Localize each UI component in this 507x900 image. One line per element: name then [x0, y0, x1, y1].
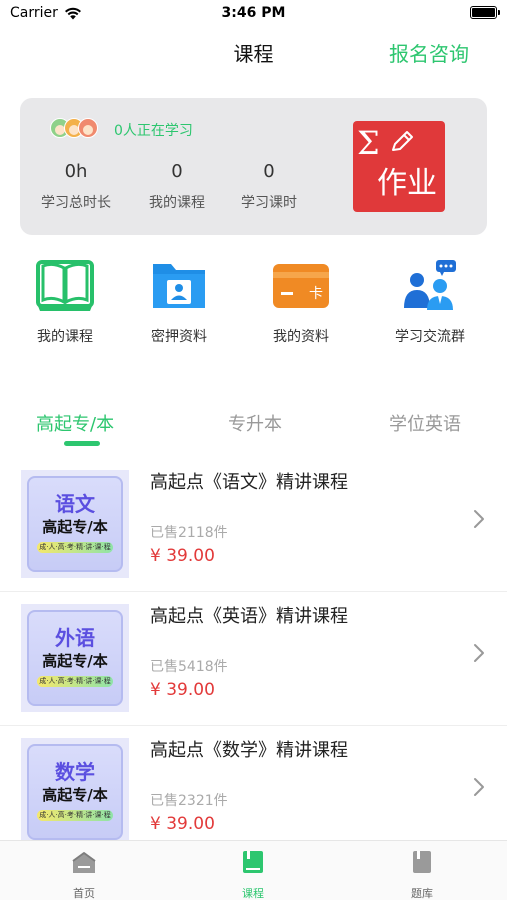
tabbar-label: 课程 — [242, 887, 264, 900]
avatar — [78, 118, 98, 138]
cover-strip: 成·人·高·考·精·讲·课·程 — [37, 676, 113, 687]
stat-label: 学习课时 — [241, 195, 297, 211]
stat-total-time: 0h 学习总时长 — [26, 160, 126, 212]
quick-menu-study-group[interactable]: 学习交流群 — [375, 258, 485, 346]
folder-user-icon — [149, 258, 209, 314]
list-item[interactable]: 外语 高起专/本 成·人·高·考·精·讲·课·程 高起点《英语》精讲课程 已售5… — [0, 592, 507, 726]
learner-avatars — [50, 118, 98, 138]
chevron-right-icon — [474, 644, 484, 662]
quick-menu-secret-materials[interactable]: 密押资料 — [124, 258, 234, 346]
course-sold-count: 已售2118件 — [150, 525, 228, 541]
study-stats-card: 0人正在学习 0h 学习总时长 0 我的课程 0 学习课时 Σ 作业 — [20, 98, 487, 235]
status-bar: Carrier 3:46 PM — [0, 0, 507, 28]
course-title: 高起点《语文》精讲课程 — [150, 472, 348, 493]
battery-icon — [470, 6, 500, 19]
course-title: 高起点《数学》精讲课程 — [150, 740, 348, 761]
tabbar-label: 题库 — [411, 887, 433, 900]
book-icon — [35, 258, 95, 314]
stat-value: 0 — [171, 161, 183, 182]
homework-button[interactable]: Σ 作业 — [353, 121, 445, 212]
bottom-tab-bar: 首页 课程 题库 — [0, 840, 507, 900]
group-chat-icon — [400, 258, 460, 314]
stat-value: 0 — [263, 161, 275, 182]
homework-label: 作业 — [377, 166, 437, 201]
chevron-right-icon — [474, 778, 484, 796]
cover-subject: 语文 — [55, 492, 95, 516]
tab-degree-english[interactable]: 学位英语 — [389, 410, 461, 436]
enroll-consult-button[interactable]: 报名咨询 — [389, 38, 469, 67]
quick-menu-my-courses[interactable]: 我的课程 — [10, 258, 120, 346]
cover-level: 高起专/本 — [42, 652, 108, 670]
course-sold-count: 已售2321件 — [150, 793, 228, 809]
quick-menu-label: 我的课程 — [37, 329, 93, 345]
course-price: ¥ 39.00 — [150, 680, 215, 700]
course-sold-count: 已售5418件 — [150, 659, 228, 675]
cover-subject: 数学 — [55, 760, 95, 784]
pencil-icon — [392, 131, 413, 151]
tabbar-home[interactable]: 首页 — [44, 849, 124, 900]
course-cover: 数学 高起专/本 成·人·高·考·精·讲·课·程 — [21, 738, 129, 846]
chevron-right-icon — [474, 510, 484, 528]
svg-text:卡: 卡 — [309, 286, 323, 302]
stat-my-courses: 0 我的课程 — [127, 160, 227, 212]
cover-level: 高起专/本 — [42, 786, 108, 804]
quick-menu-label: 学习交流群 — [395, 329, 465, 345]
cover-level: 高起专/本 — [42, 518, 108, 536]
tabbar-course[interactable]: 课程 — [213, 849, 293, 900]
quick-menu-label: 密押资料 — [151, 329, 207, 345]
question-bank-icon — [413, 851, 431, 873]
home-icon — [72, 852, 96, 873]
status-time: 3:46 PM — [221, 5, 286, 21]
course-book-icon — [243, 851, 263, 873]
list-item[interactable]: 语文 高起专/本 成·人·高·考·精·讲·课·程 高起点《语文》精讲课程 已售2… — [0, 458, 507, 592]
course-cover: 外语 高起专/本 成·人·高·考·精·讲·课·程 — [21, 604, 129, 712]
cover-strip: 成·人·高·考·精·讲·课·程 — [37, 542, 113, 553]
sigma-icon: Σ — [357, 124, 380, 162]
course-price: ¥ 39.00 — [150, 814, 215, 834]
tabbar-question-bank[interactable]: 题库 — [382, 849, 462, 900]
active-tab-indicator — [64, 441, 100, 446]
stat-label: 我的课程 — [149, 195, 205, 211]
quick-menu-label: 我的资料 — [273, 329, 329, 345]
cover-strip: 成·人·高·考·精·讲·课·程 — [37, 810, 113, 821]
cover-subject: 外语 — [55, 626, 95, 650]
course-price: ¥ 39.00 — [150, 546, 215, 566]
learning-now-count: 0人正在学习 — [114, 123, 193, 139]
tabbar-label: 首页 — [73, 887, 95, 900]
card-icon: 卡 — [271, 258, 331, 314]
quick-menu-my-materials[interactable]: 卡 我的资料 — [246, 258, 356, 346]
tab-zhuanshengben[interactable]: 专升本 — [228, 410, 282, 436]
stat-label: 学习总时长 — [41, 195, 111, 211]
tab-gaoqi[interactable]: 高起专/本 — [36, 410, 114, 436]
course-title: 高起点《英语》精讲课程 — [150, 606, 348, 627]
course-cover: 语文 高起专/本 成·人·高·考·精·讲·课·程 — [21, 470, 129, 578]
stat-lesson-hours: 0 学习课时 — [219, 160, 319, 212]
stat-value: 0h — [64, 161, 88, 182]
